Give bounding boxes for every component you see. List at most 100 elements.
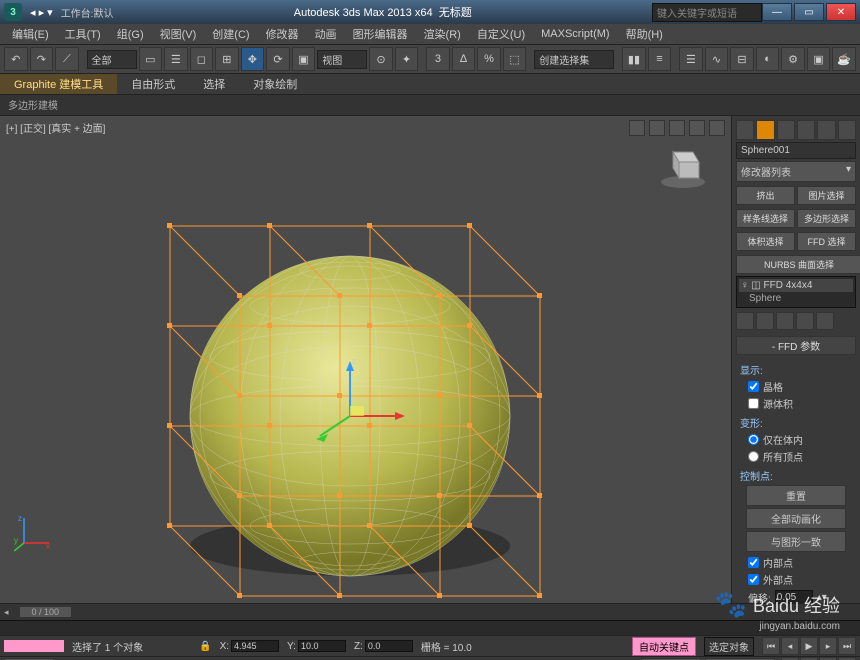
show-end-icon[interactable] bbox=[756, 312, 774, 330]
modify-tab-icon[interactable] bbox=[756, 120, 774, 140]
pivot-icon[interactable]: ⊙ bbox=[369, 47, 393, 71]
ribbon-tab-paint[interactable]: 对象绘制 bbox=[239, 74, 311, 94]
next-frame-icon[interactable]: ▸ bbox=[819, 637, 837, 655]
angle-snap-icon[interactable]: ∆ bbox=[452, 47, 476, 71]
btn-conform[interactable]: 与图形一致 bbox=[746, 531, 846, 552]
material-icon[interactable]: ◐ bbox=[756, 47, 780, 71]
help-search[interactable]: 键入关键字或短语 bbox=[652, 3, 762, 22]
radio-all-vertices[interactable]: 所有顶点 bbox=[740, 448, 852, 465]
btn-slice[interactable]: 图片选择 bbox=[797, 186, 856, 205]
stack-sphere[interactable]: Sphere bbox=[739, 292, 853, 305]
goto-start-icon[interactable]: ⏮ bbox=[762, 637, 780, 655]
btn-spline-sel[interactable]: 样条线选择 bbox=[736, 209, 795, 228]
menu-create[interactable]: 创建(C) bbox=[204, 24, 257, 44]
snap-icon[interactable]: 3 bbox=[426, 47, 450, 71]
chk-inside-points[interactable]: 内部点 bbox=[740, 554, 852, 571]
curve-editor-icon[interactable]: ∿ bbox=[705, 47, 729, 71]
btn-reset[interactable]: 重置 bbox=[746, 485, 846, 506]
menu-maxscript[interactable]: MAXScript(M) bbox=[533, 26, 617, 42]
key-filter-dropdown[interactable]: 选定对象 bbox=[704, 637, 754, 656]
radio-only-in-volume[interactable]: 仅在体内 bbox=[740, 431, 852, 448]
motion-tab-icon[interactable] bbox=[797, 120, 815, 140]
schematic-icon[interactable]: ⊟ bbox=[730, 47, 754, 71]
select-name-icon[interactable]: ☰ bbox=[164, 47, 188, 71]
spinner-snap-icon[interactable]: ⬚ bbox=[503, 47, 527, 71]
chk-lattice[interactable]: 晶格 bbox=[740, 378, 852, 395]
ribbon-tab-freeform[interactable]: 自由形式 bbox=[117, 74, 189, 94]
menu-modifiers[interactable]: 修改器 bbox=[258, 24, 307, 44]
render-frame-icon[interactable]: ▣ bbox=[807, 47, 831, 71]
time-handle[interactable]: 0 / 100 bbox=[19, 606, 73, 618]
btn-poly-sel[interactable]: 多边形选择 bbox=[797, 209, 856, 228]
menu-animation[interactable]: 动画 bbox=[307, 24, 345, 44]
create-tab-icon[interactable] bbox=[736, 120, 754, 140]
lock-icon[interactable]: 🔒 bbox=[199, 641, 211, 652]
prev-frame-icon[interactable]: ◂ bbox=[781, 637, 799, 655]
scale-icon[interactable]: ▣ bbox=[292, 47, 316, 71]
ribbon-tab-selection[interactable]: 选择 bbox=[189, 74, 239, 94]
viewport[interactable]: [+] [正交] [真实 + 边面] bbox=[0, 116, 731, 603]
menu-tools[interactable]: 工具(T) bbox=[57, 24, 109, 44]
menu-edit[interactable]: 编辑(E) bbox=[4, 24, 57, 44]
redo-icon[interactable]: ↷ bbox=[30, 47, 54, 71]
modifier-stack[interactable]: ♀ ◫ FFD 4x4x4 Sphere bbox=[736, 276, 856, 308]
named-sel-dropdown[interactable]: 创建选择集 bbox=[534, 50, 614, 69]
rollout-header[interactable]: - FFD 参数 bbox=[736, 336, 856, 355]
hierarchy-tab-icon[interactable] bbox=[777, 120, 795, 140]
unique-icon[interactable] bbox=[776, 312, 794, 330]
chk-outside-points[interactable]: 外部点 bbox=[740, 571, 852, 588]
btn-vol-sel[interactable]: 体积选择 bbox=[736, 232, 795, 251]
select-icon[interactable]: ▭ bbox=[139, 47, 163, 71]
align-icon[interactable]: ≡ bbox=[648, 47, 672, 71]
mirror-icon[interactable]: ▮▮ bbox=[622, 47, 646, 71]
menu-customize[interactable]: 自定义(U) bbox=[469, 24, 533, 44]
script-listener[interactable] bbox=[4, 640, 64, 652]
time-slider[interactable]: ◂0 / 100 bbox=[0, 603, 860, 620]
config-icon[interactable] bbox=[816, 312, 834, 330]
btn-ffd-sel[interactable]: FFD 选择 bbox=[797, 232, 856, 251]
track-bar[interactable] bbox=[0, 620, 860, 635]
filter-dropdown[interactable]: 全部 bbox=[87, 50, 137, 69]
ribbon-tab-graphite[interactable]: Graphite 建模工具 bbox=[0, 74, 117, 94]
modifier-list-dropdown[interactable]: 修改器列表▾ bbox=[736, 161, 856, 182]
render-icon[interactable]: ☕ bbox=[832, 47, 856, 71]
menu-group[interactable]: 组(G) bbox=[109, 24, 152, 44]
rect-select-icon[interactable]: ◻ bbox=[190, 47, 214, 71]
refcoord-dropdown[interactable]: 视图 bbox=[317, 50, 367, 69]
spinner-offset[interactable]: 偏移: ▴▾ bbox=[740, 588, 852, 603]
window-cross-icon[interactable]: ⊞ bbox=[215, 47, 239, 71]
menu-help[interactable]: 帮助(H) bbox=[618, 24, 671, 44]
play-icon[interactable]: ▶ bbox=[800, 637, 818, 655]
menu-render[interactable]: 渲染(R) bbox=[416, 24, 469, 44]
workspace-value[interactable]: 默认 bbox=[93, 5, 113, 20]
maximize-button[interactable]: ▭ bbox=[794, 3, 824, 21]
goto-end-icon[interactable]: ⏭ bbox=[838, 637, 856, 655]
utilities-tab-icon[interactable] bbox=[838, 120, 856, 140]
link-icon[interactable]: ⟋ bbox=[55, 47, 79, 71]
coord-x[interactable] bbox=[231, 640, 279, 652]
minimize-button[interactable]: — bbox=[762, 3, 792, 21]
menu-views[interactable]: 视图(V) bbox=[152, 24, 205, 44]
close-button[interactable]: ✕ bbox=[826, 3, 856, 21]
remove-mod-icon[interactable] bbox=[796, 312, 814, 330]
chk-source-volume[interactable]: 源体积 bbox=[740, 395, 852, 412]
manip-icon[interactable]: ✦ bbox=[395, 47, 419, 71]
btn-animate-all[interactable]: 全部动画化 bbox=[746, 508, 846, 529]
undo-icon[interactable]: ↶ bbox=[4, 47, 28, 71]
menu-graph[interactable]: 图形编辑器 bbox=[345, 24, 416, 44]
move-icon[interactable]: ✥ bbox=[241, 47, 265, 71]
pin-stack-icon[interactable] bbox=[736, 312, 754, 330]
display-tab-icon[interactable] bbox=[817, 120, 835, 140]
autokey-toggle[interactable]: 自动关键点 bbox=[632, 637, 696, 656]
title-arrows[interactable]: ◂ ▸ ▾ bbox=[30, 6, 53, 19]
render-setup-icon[interactable]: ⚙ bbox=[781, 47, 805, 71]
coord-z[interactable] bbox=[365, 640, 413, 652]
coord-y[interactable] bbox=[298, 640, 346, 652]
offset-input[interactable] bbox=[775, 590, 813, 603]
layers-icon[interactable]: ☰ bbox=[679, 47, 703, 71]
btn-extrude[interactable]: 挤出 bbox=[736, 186, 795, 205]
percent-snap-icon[interactable]: % bbox=[477, 47, 501, 71]
stack-ffd[interactable]: ♀ ◫ FFD 4x4x4 bbox=[739, 279, 853, 292]
object-name-field[interactable]: Sphere001 bbox=[736, 142, 856, 159]
btn-nurbs-sel[interactable]: NURBS 曲面选择 bbox=[736, 255, 860, 274]
